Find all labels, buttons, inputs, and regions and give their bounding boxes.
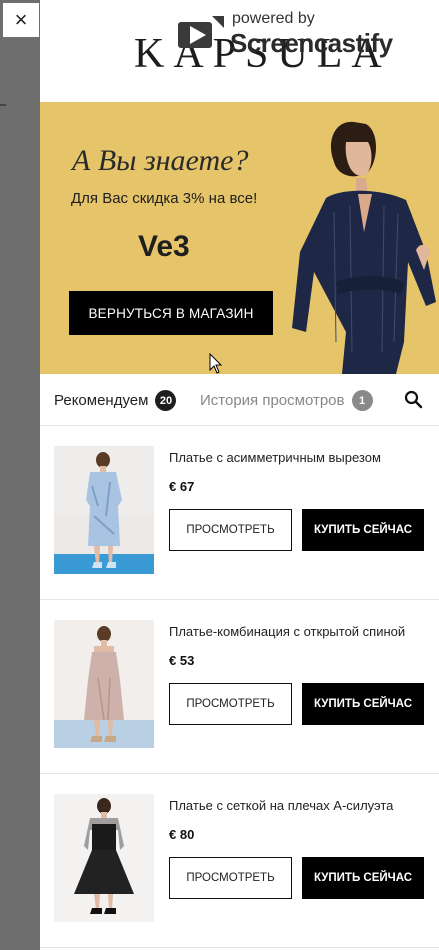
close-button[interactable]: × (3, 3, 39, 37)
watermark-powered-text: powered by (232, 10, 315, 27)
product-name[interactable]: Платье с асимметричным вырезом (169, 450, 381, 465)
recommendation-tabs: Рекомендуем 20 История просмотров 1 (40, 374, 439, 426)
buy-now-button[interactable]: КУПИТЬ СЕЙЧАС (302, 857, 424, 899)
history-count-badge: 1 (351, 390, 373, 411)
promo-banner: А Вы знаете? Для Вас скидка 3% на все! V… (40, 102, 439, 374)
banner-model-image (292, 121, 436, 374)
product-price: € 53 (169, 653, 195, 668)
product-price: € 67 (169, 479, 195, 494)
tab-recommended[interactable]: Рекомендуем 20 (54, 390, 177, 411)
view-product-button[interactable]: ПРОСМОТРЕТЬ (169, 683, 292, 725)
tab-recommended-label: Рекомендуем (54, 392, 149, 409)
product-image[interactable] (54, 620, 154, 748)
search-icon[interactable] (404, 390, 423, 409)
cursor-icon (209, 353, 223, 374)
screencastify-watermark: powered by Screencastify (176, 8, 396, 62)
close-icon: × (14, 7, 28, 32)
product-image[interactable] (54, 446, 154, 574)
banner-title: А Вы знаете? (72, 144, 249, 177)
product-card: Платье с асимметричным вырезом € 67 ПРОС… (40, 426, 439, 600)
tab-history-label: История просмотров (200, 392, 345, 409)
recommended-count-badge: 20 (155, 390, 177, 411)
view-product-button[interactable]: ПРОСМОТРЕТЬ (169, 509, 292, 551)
product-price: € 80 (169, 827, 195, 842)
product-name[interactable]: Платье с сеткой на плечах А-силуэта (169, 798, 393, 813)
view-product-button[interactable]: ПРОСМОТРЕТЬ (169, 857, 292, 899)
buy-now-button[interactable]: КУПИТЬ СЕЙЧАС (302, 509, 424, 551)
product-card: Платье с сеткой на плечах А-силуэта € 80… (40, 774, 439, 948)
watermark-brand-text: Screencastify (230, 28, 393, 58)
side-panel: KAPSULA А Вы знаете? Для Вас скидка 3% н… (40, 0, 439, 950)
return-to-shop-button[interactable]: ВЕРНУТЬСЯ В МАГАЗИН (69, 291, 273, 335)
page-backdrop[interactable] (0, 0, 40, 950)
product-image[interactable] (54, 794, 154, 922)
tab-history[interactable]: История просмотров 1 (200, 390, 373, 411)
screencastify-logo-icon (178, 16, 224, 48)
product-name[interactable]: Платье-комбинация с открытой спиной (169, 624, 405, 639)
product-card: Платье-комбинация с открытой спиной € 53… (40, 600, 439, 774)
buy-now-button[interactable]: КУПИТЬ СЕЙЧАС (302, 683, 424, 725)
banner-subtitle: Для Вас скидка 3% на все! (71, 190, 258, 207)
discount-code: Ve3 (138, 230, 190, 263)
backdrop-mark (0, 104, 6, 106)
